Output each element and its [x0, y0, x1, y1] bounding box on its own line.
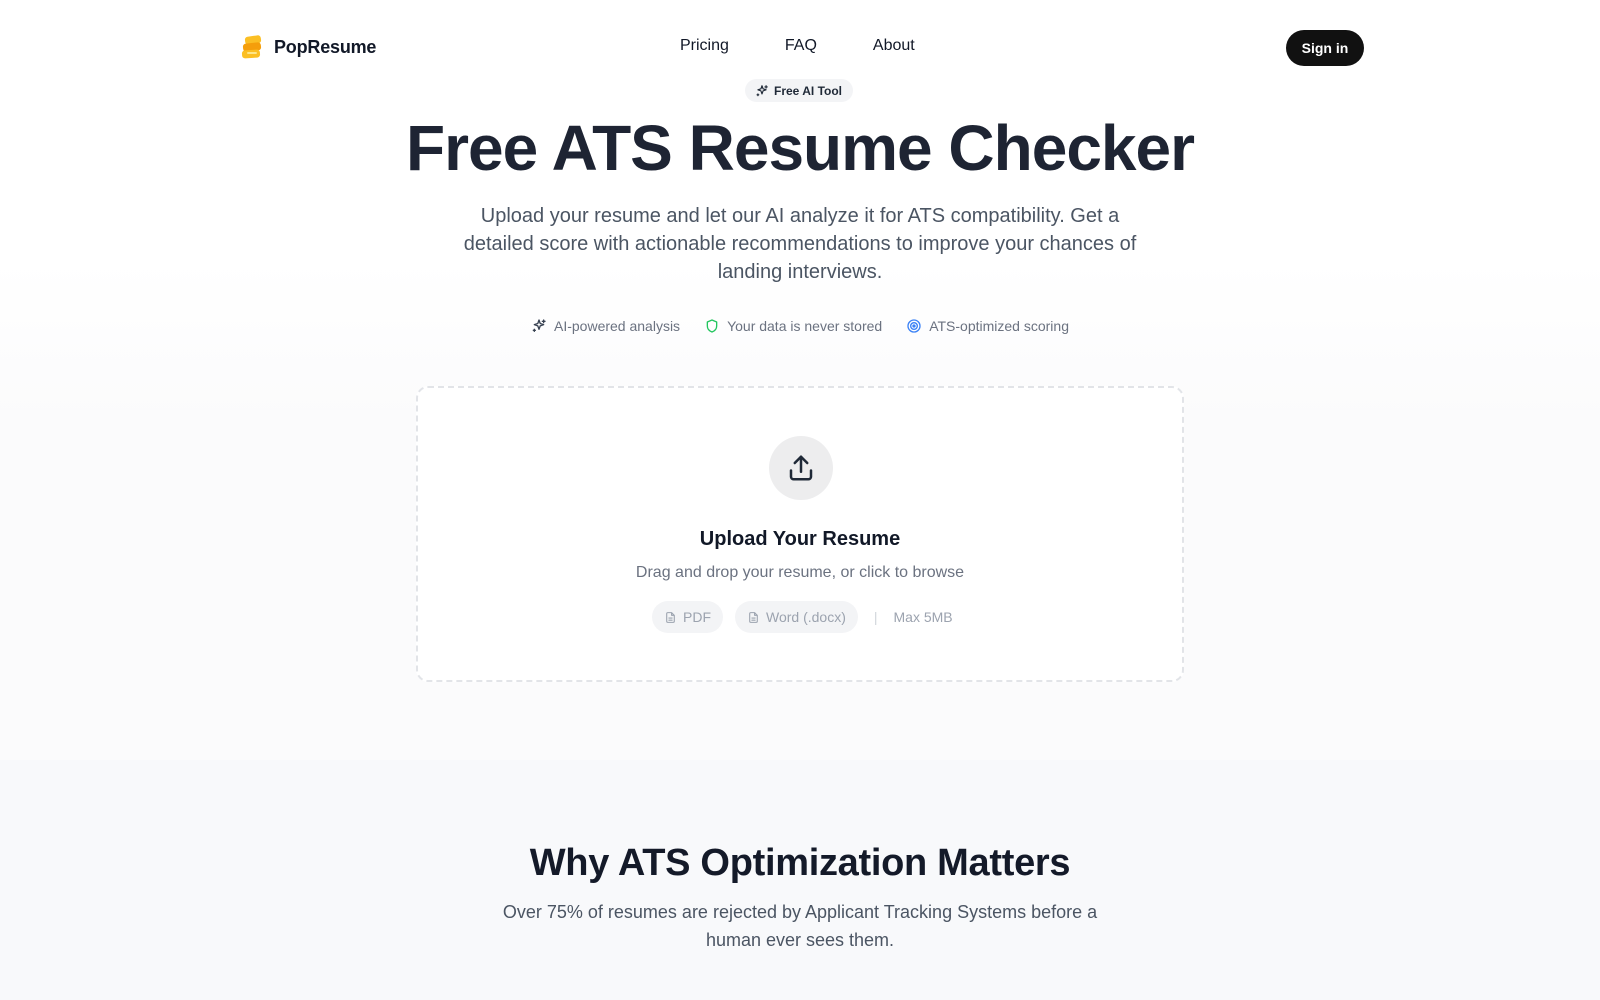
feature-label: ATS-optimized scoring — [929, 318, 1069, 334]
logo-icon — [241, 35, 262, 59]
feature-label: AI-powered analysis — [554, 318, 681, 334]
upload-icon — [789, 455, 813, 481]
feature-ai-analysis: AI-powered analysis — [531, 318, 680, 334]
badge-label: Free AI Tool — [774, 83, 843, 98]
feature-ats-scoring: ATS-optimized scoring — [906, 318, 1069, 334]
brand-name: PopResume — [274, 36, 377, 57]
upload-subtitle: Drag and drop your resume, or click to b… — [635, 564, 965, 581]
format-separator: | — [873, 609, 878, 625]
main-nav: Pricing FAQ About — [680, 37, 915, 55]
format-label: PDF — [683, 609, 711, 625]
free-ai-tool-badge: Free AI Tool — [745, 79, 854, 102]
page-title: Free ATS Resume Checker — [406, 112, 1195, 184]
file-icon — [666, 611, 675, 623]
format-chip-docx: Word (.docx) — [735, 601, 858, 633]
section-subtitle: Over 75% of resumes are rejected by Appl… — [502, 902, 1098, 950]
nav-link-about[interactable]: About — [873, 37, 915, 55]
why-ats-section: Why ATS Optimization Matters Over 75% of… — [0, 760, 1600, 1000]
format-label: Word (.docx) — [766, 609, 846, 625]
upload-title: Upload Your Resume — [699, 528, 901, 550]
max-file-size: Max 5MB — [893, 609, 953, 625]
format-chip-pdf: PDF — [652, 601, 723, 633]
nav-link-faq[interactable]: FAQ — [785, 37, 817, 55]
sparkles-icon — [756, 84, 768, 96]
hero-subtitle: Upload your resume and let our AI analyz… — [463, 205, 1137, 283]
shield-icon — [706, 319, 718, 333]
feature-data-privacy: Your data is never stored — [704, 318, 882, 334]
nav-link-pricing[interactable]: Pricing — [680, 37, 729, 55]
target-icon — [907, 319, 921, 333]
upload-icon-circle — [769, 436, 833, 500]
accepted-formats: PDF Word (.docx) | Max 5MB — [652, 601, 953, 633]
sparkles-icon — [532, 319, 546, 332]
section-title: Why ATS Optimization Matters — [529, 842, 1071, 884]
resume-upload-dropzone[interactable]: Upload Your Resume Drag and drop your re… — [416, 386, 1184, 682]
file-icon — [749, 611, 758, 623]
brand-logo-link[interactable]: PopResume — [240, 34, 376, 60]
feature-list: AI-powered analysis Your data is never s… — [0, 318, 1600, 334]
feature-label: Your data is never stored — [727, 318, 883, 334]
sign-in-button[interactable]: Sign in — [1286, 30, 1364, 66]
